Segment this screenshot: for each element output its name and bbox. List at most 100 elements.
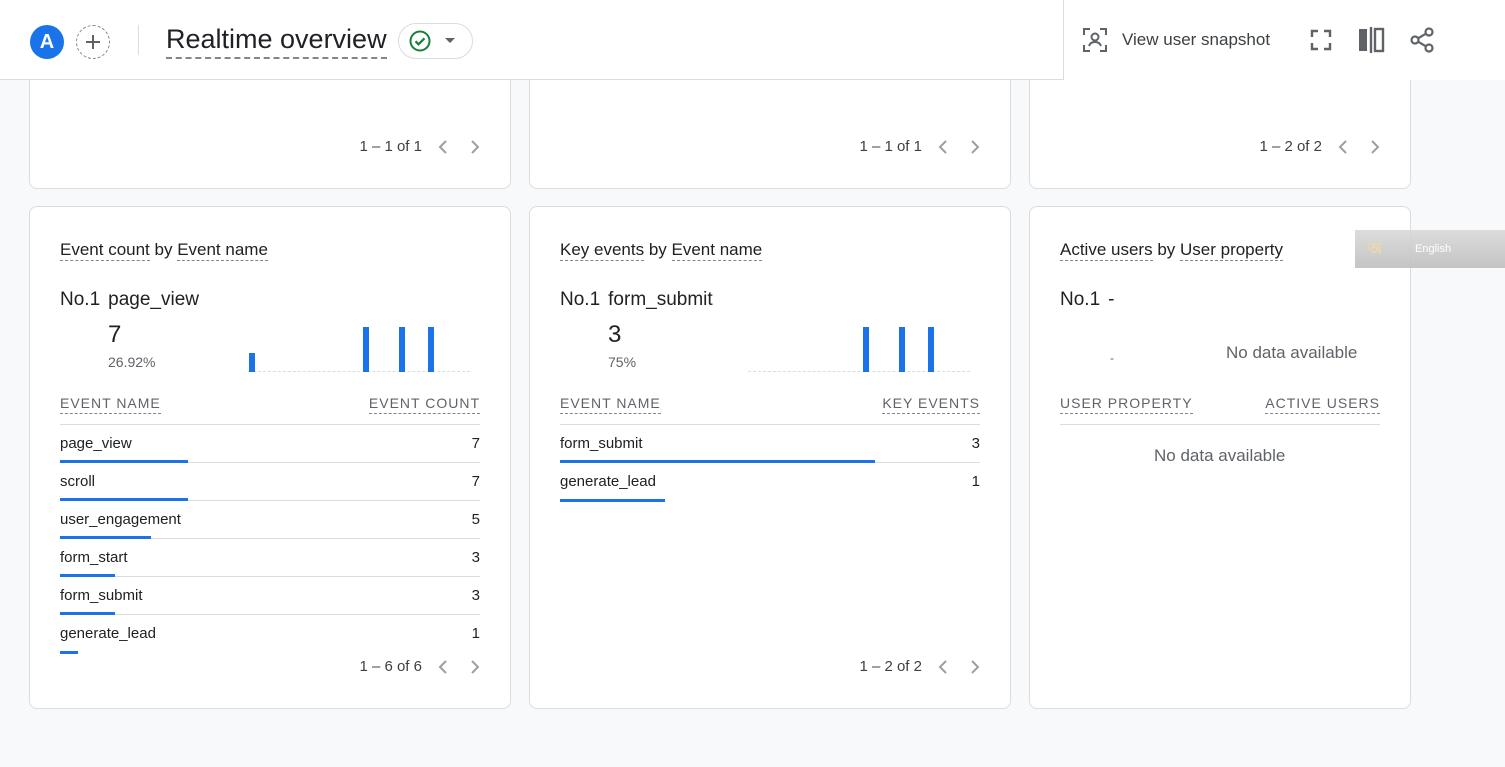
title-by: by — [149, 240, 178, 259]
row-name: generate_lead — [560, 473, 656, 490]
col-event-name[interactable]: EVENT NAME — [60, 395, 161, 414]
col-key-events[interactable]: KEY EVENTS — [882, 395, 980, 414]
col-active-users[interactable]: ACTIVE USERS — [1265, 395, 1380, 414]
row-name: page_view — [60, 435, 132, 452]
compare-icon — [1359, 27, 1385, 53]
pager-nav — [436, 139, 482, 155]
title-by: by — [1152, 240, 1180, 259]
table-row[interactable]: scroll 7 — [60, 463, 480, 501]
row-name: form_submit — [60, 587, 143, 604]
chevron-left-icon[interactable] — [936, 659, 952, 675]
row-value: 3 — [971, 435, 980, 452]
pager-label: 1 – 2 of 2 — [1259, 138, 1322, 155]
pager: 1 – 1 of 1 — [859, 138, 982, 155]
table-row[interactable]: generate_lead 1 — [60, 615, 480, 654]
card-title: Event count by Event name — [60, 240, 268, 261]
row-value: 3 — [471, 587, 480, 604]
col-user-property[interactable]: USER PROPERTY — [1060, 395, 1193, 414]
dimension-label[interactable]: Event name — [177, 240, 268, 261]
pager-nav — [1336, 139, 1382, 155]
top-item: No.1 page_view — [60, 289, 199, 311]
chart-no-data: No data available — [1226, 343, 1358, 362]
top-item: No.1 form_submit — [560, 289, 713, 311]
row-value: 7 — [471, 435, 480, 452]
metric-label[interactable]: Event count — [60, 240, 150, 261]
share-button[interactable] — [1407, 25, 1437, 55]
table-body: page_view 7 scroll 7 user_engagement 5 form_st… — [60, 425, 480, 654]
sparkline-bar — [898, 327, 905, 372]
sparkline-bar — [863, 327, 870, 372]
view-user-snapshot-button[interactable]: View user snapshot — [1082, 25, 1270, 55]
top-rank: No.1 — [1060, 289, 1101, 310]
person-snapshot-icon — [1083, 28, 1107, 52]
table-row[interactable]: generate_lead 1 — [560, 463, 980, 502]
fullscreen-button[interactable] — [1306, 25, 1336, 55]
chevron-left-icon[interactable] — [1336, 139, 1352, 155]
chevron-left-icon[interactable] — [436, 659, 452, 675]
status-dropdown[interactable] — [398, 23, 473, 59]
chevron-right-icon[interactable] — [966, 659, 982, 675]
pager-nav — [436, 659, 482, 675]
fullscreen-icon — [1310, 29, 1332, 51]
chevron-left-icon[interactable] — [936, 139, 952, 155]
top-header: A Realtime overview View user snapshot — [0, 0, 1505, 80]
top-item-value: 7 — [108, 321, 122, 348]
chevron-left-icon[interactable] — [436, 139, 452, 155]
dimension-label[interactable]: Event name — [671, 240, 763, 261]
top-item-name: - — [1108, 289, 1115, 310]
sparkline-baseline — [748, 371, 970, 372]
table-row[interactable]: form_start 3 — [60, 539, 480, 577]
top-item-name: page_view — [108, 289, 199, 310]
check-circle-icon — [409, 30, 431, 52]
chevron-right-icon[interactable] — [1366, 139, 1382, 155]
top-item-value: - — [1110, 351, 1114, 365]
card-title: Key events by Event name — [560, 240, 763, 261]
share-icon — [1410, 27, 1434, 53]
row-value: 7 — [471, 473, 480, 490]
pager: 1 – 2 of 2 — [859, 658, 982, 675]
pager: 1 – 2 of 2 — [1259, 138, 1382, 155]
language-widget[interactable]: অ English — [1355, 230, 1505, 268]
page-title: Realtime overview — [166, 22, 387, 59]
table-row[interactable]: page_view 7 — [60, 425, 480, 463]
row-proportion-bar — [560, 499, 665, 502]
avatar-letter: A — [39, 30, 55, 53]
pager: 1 – 1 of 1 — [359, 138, 482, 155]
metric-label[interactable]: Active users — [1060, 240, 1153, 261]
chevron-right-icon[interactable] — [466, 659, 482, 675]
chevron-right-icon[interactable] — [966, 139, 982, 155]
chevron-right-icon[interactable] — [466, 139, 482, 155]
table-row[interactable]: form_submit 3 — [560, 425, 980, 463]
snapshot-label: View user snapshot — [1122, 30, 1271, 49]
table-row[interactable]: form_submit 3 — [60, 577, 480, 615]
top-item-percent: 26.92% — [108, 354, 156, 370]
pager-label: 1 – 2 of 2 — [859, 658, 922, 675]
account-avatar[interactable]: A — [30, 25, 64, 59]
table-header: EVENT NAME EVENT COUNT — [60, 393, 480, 425]
row-name: scroll — [60, 473, 96, 490]
row-value: 1 — [471, 625, 480, 642]
table-header: USER PROPERTY ACTIVE USERS — [1060, 393, 1380, 425]
event-count-card: Event count by Event name No.1 page_view … — [29, 206, 511, 709]
top-item-value: 3 — [608, 321, 622, 348]
col-event-name[interactable]: EVENT NAME — [560, 395, 661, 414]
pager-nav — [936, 659, 982, 675]
metric-label[interactable]: Key events — [560, 240, 645, 261]
top-rank: No.1 — [60, 289, 101, 310]
top-item: No.1- — [1060, 289, 1114, 311]
dimension-label[interactable]: User property — [1180, 240, 1283, 261]
compare-button[interactable] — [1356, 25, 1386, 55]
pager-label: 1 – 1 of 1 — [359, 138, 422, 155]
row-value: 1 — [971, 473, 980, 490]
row-name: user_engagement — [60, 511, 181, 528]
table-no-data: No data available — [1154, 446, 1286, 465]
add-comparison-button[interactable] — [76, 25, 110, 59]
header-divider — [138, 25, 139, 55]
pager: 1 – 6 of 6 — [359, 658, 482, 675]
sparkline-bar — [363, 327, 370, 372]
col-event-count[interactable]: EVENT COUNT — [368, 395, 480, 414]
caret-down-icon — [445, 38, 455, 43]
table-row[interactable]: user_engagement 5 — [60, 501, 480, 539]
sparkline-chart — [748, 322, 970, 372]
sparkline-bar — [398, 327, 405, 372]
